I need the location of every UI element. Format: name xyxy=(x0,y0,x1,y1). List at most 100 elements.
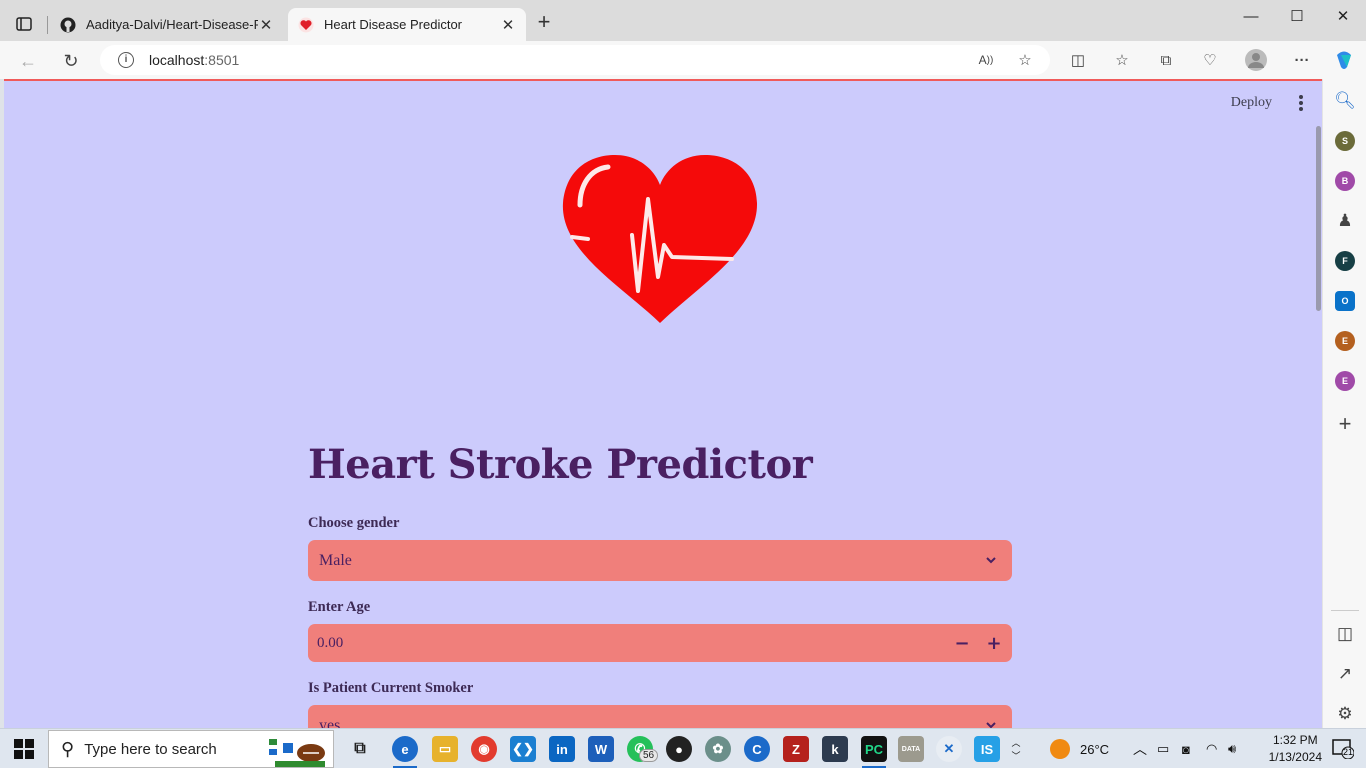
edge-taskbar-icon[interactable]: e xyxy=(392,736,418,762)
smoker-select[interactable]: yes xyxy=(308,705,1012,728)
wifi-icon[interactable]: ◠ xyxy=(1206,729,1217,768)
filezilla-icon[interactable]: Z xyxy=(783,736,809,762)
gender-select[interactable]: Male xyxy=(308,540,1012,581)
show-hidden-icons[interactable]: ︿ xyxy=(1133,729,1147,768)
gender-label: Choose gender xyxy=(308,515,400,531)
split-screen-icon[interactable]: ◫ xyxy=(1066,48,1090,72)
chatgpt-icon[interactable]: ✿ xyxy=(705,736,731,762)
weather-widget[interactable]: 26°C xyxy=(1050,729,1109,768)
favorite-star-icon[interactable]: ☆ xyxy=(1013,48,1037,72)
tab-title: Aaditya-Dalvi/Heart-Disease-Pre xyxy=(86,17,258,32)
notification-count: 21 xyxy=(1343,747,1354,757)
sidebar-profile-e[interactable]: E xyxy=(1335,331,1355,351)
collections-icon[interactable]: ⧉ xyxy=(1154,48,1178,72)
favorites-icon[interactable]: ☆ xyxy=(1110,48,1134,72)
github-icon xyxy=(60,17,76,33)
minimize-button[interactable]: — xyxy=(1228,0,1274,33)
age-input[interactable]: 0.00 − + xyxy=(308,624,1012,662)
linkedin-icon[interactable]: in xyxy=(549,736,575,762)
edge-sidebar: 🔍︎ S B ♟ F O E E + ◫ ↗ ⚙ xyxy=(1322,79,1366,728)
sidebar-profile-b[interactable]: B xyxy=(1335,171,1355,191)
smoker-label: Is Patient Current Smoker xyxy=(308,680,474,696)
url-text: localhost:8501 xyxy=(149,52,240,68)
search-icon[interactable]: 🔍︎ xyxy=(1333,89,1357,113)
pycharm-icon[interactable]: PC xyxy=(861,736,887,762)
camera-icon[interactable]: ◙ xyxy=(1182,729,1190,768)
address-bar: ← ↻ i localhost:8501 A)) ☆ ◫ ☆ ⧉ ♡ ··· xyxy=(0,41,1366,79)
site-info-icon[interactable]: i xyxy=(118,52,134,68)
battery-icon[interactable]: ▭ xyxy=(1157,729,1169,768)
taskbar-search-input[interactable]: ⚲ Type here to search xyxy=(48,730,334,768)
search-placeholder: Type here to search xyxy=(84,740,217,758)
close-window-button[interactable]: ✕ xyxy=(1320,0,1366,33)
close-tab-icon[interactable]: ✕ xyxy=(258,16,274,34)
notification-center[interactable]: 21 xyxy=(1332,739,1355,760)
tab-title: Heart Disease Predictor xyxy=(324,17,462,32)
new-tab-button[interactable]: + xyxy=(533,11,555,34)
taskbar-scroll-arrows[interactable]: ︿ ﹀ xyxy=(1008,729,1024,768)
chrome-icon[interactable]: ◉ xyxy=(471,736,497,762)
back-button[interactable]: ← xyxy=(15,48,41,74)
tab-actions-icon xyxy=(16,17,32,31)
search-highlight-icon xyxy=(267,733,327,767)
word-icon[interactable]: W xyxy=(588,736,614,762)
gender-value: Male xyxy=(319,551,352,569)
whatsapp-badge: 56 xyxy=(639,749,659,762)
close-tab-icon[interactable]: ✕ xyxy=(500,16,516,34)
outlook-icon[interactable]: O xyxy=(1335,291,1355,311)
is-app-icon[interactable]: IS xyxy=(974,736,1000,762)
hide-sidebar-icon[interactable]: ◫ xyxy=(1333,622,1357,646)
age-label: Enter Age xyxy=(308,599,371,615)
heart-logo xyxy=(562,155,758,323)
open-external-icon[interactable]: ↗ xyxy=(1333,662,1357,686)
sidebar-profile-f[interactable]: F xyxy=(1335,251,1355,271)
c-app-icon[interactable]: C xyxy=(744,736,770,762)
profile-avatar[interactable] xyxy=(1244,48,1268,72)
sidebar-profile-s[interactable]: S xyxy=(1335,131,1355,151)
sidebar-settings-icon[interactable]: ⚙ xyxy=(1333,702,1357,726)
search-icon: ⚲ xyxy=(61,738,75,759)
sidebar-divider xyxy=(1331,610,1359,611)
age-increment-button[interactable]: + xyxy=(978,624,1010,662)
start-button[interactable] xyxy=(14,739,34,759)
clock-time: 1:32 PM xyxy=(1272,733,1318,747)
sidebar-profile-e2[interactable]: E xyxy=(1335,371,1355,391)
volume-icon[interactable]: 🔊︎ xyxy=(1228,729,1236,768)
tab-separator xyxy=(47,16,48,34)
copilot-icon[interactable] xyxy=(1332,48,1356,72)
windows-taskbar: ⚲ Type here to search ⧉ e ▭ ◉ ❮❯ in W ✆ … xyxy=(0,728,1366,768)
smoker-value: yes xyxy=(319,716,341,729)
page-title: Heart Stroke Predictor xyxy=(308,441,813,488)
age-decrement-button[interactable]: − xyxy=(946,624,978,662)
task-view-icon[interactable]: ⧉ xyxy=(347,736,373,762)
data-app-icon[interactable]: DATA xyxy=(898,736,924,762)
url-field[interactable]: i localhost:8501 xyxy=(100,45,1050,75)
file-explorer-icon[interactable]: ▭ xyxy=(432,736,458,762)
x-app-icon[interactable]: ✕ xyxy=(936,736,962,762)
k-app-icon[interactable]: k xyxy=(822,736,848,762)
clock-date: 1/13/2024 xyxy=(1268,750,1322,764)
chevron-down-icon xyxy=(986,722,996,728)
github-desktop-icon[interactable]: ● xyxy=(666,736,692,762)
taskbar-clock[interactable]: 1:32 PM 1/13/2024 xyxy=(1269,732,1322,766)
age-value: 0.00 xyxy=(317,634,344,651)
deploy-button[interactable]: Deploy xyxy=(1231,95,1272,111)
add-sidebar-app-icon[interactable]: + xyxy=(1333,411,1357,436)
refresh-button[interactable]: ↻ xyxy=(58,48,84,74)
read-aloud-icon[interactable]: A)) xyxy=(974,48,998,72)
maximize-button[interactable]: ☐ xyxy=(1274,0,1320,33)
browser-essentials-icon[interactable]: ♡ xyxy=(1198,48,1222,72)
sun-icon xyxy=(1050,739,1070,759)
app-content: Deploy Heart Stroke Predictor Choose gen… xyxy=(4,79,1322,728)
tab-actions-button[interactable] xyxy=(10,10,38,38)
heart-icon xyxy=(298,17,314,33)
weather-temp: 26°C xyxy=(1080,741,1110,757)
games-icon[interactable]: ♟ xyxy=(1333,209,1357,233)
vscode-icon[interactable]: ❮❯ xyxy=(510,736,536,762)
tab-github[interactable]: Aaditya-Dalvi/Heart-Disease-Pre ✕ xyxy=(50,8,284,41)
tab-strip: Aaditya-Dalvi/Heart-Disease-Pre ✕ Heart … xyxy=(0,0,1366,41)
tab-heart-disease-predictor[interactable]: Heart Disease Predictor ✕ xyxy=(288,8,526,41)
main-menu-icon[interactable] xyxy=(1298,95,1304,111)
settings-more-icon[interactable]: ··· xyxy=(1290,48,1314,72)
scrollbar-thumb[interactable] xyxy=(1316,126,1321,311)
